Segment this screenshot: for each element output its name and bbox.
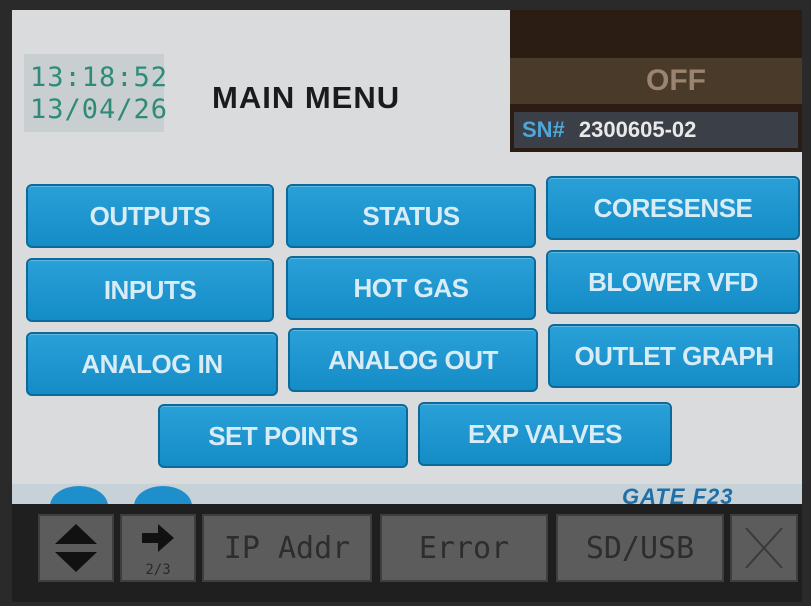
scroll-button[interactable] [38,514,114,582]
hmi-screen: 13:18:52 13/04/26 MAIN MENU OFF SN# 2300… [12,10,802,602]
serial-label: SN# [522,117,565,142]
page-indicator: 2/3 [145,562,171,578]
exp-valves-button[interactable]: EXP VALVES [418,402,672,466]
inputs-button[interactable]: INPUTS [26,258,274,322]
serial-value: 2300605-02 [578,117,697,142]
error-button[interactable]: Error [380,514,548,582]
clock-time: 13:18:52 [30,62,169,93]
analog-out-button[interactable]: ANALOG OUT [288,328,538,392]
run-state-badge: OFF [510,58,802,104]
blower-vfd-button[interactable]: BLOWER VFD [546,250,800,314]
sd-usb-button[interactable]: SD/USB [556,514,724,582]
close-button[interactable] [730,514,798,582]
arrow-right-icon [142,524,174,552]
clock-date: 13/04/26 [30,94,169,125]
analog-in-button[interactable]: ANALOG IN [26,332,278,396]
close-icon [745,527,783,569]
up-down-arrows-icon [55,524,97,572]
outputs-button[interactable]: OUTPUTS [26,184,274,248]
bottom-toolbar: 2/3 IP Addr Error SD/USB [12,504,802,602]
outlet-graph-button[interactable]: OUTLET GRAPH [548,324,800,388]
status-panel: OFF SN# 2300605-02 [510,10,802,152]
coresense-button[interactable]: CORESENSE [546,176,800,240]
page-title: MAIN MENU [212,80,401,115]
clock-display: 13:18:52 13/04/26 [24,54,169,132]
status-button[interactable]: STATUS [286,184,536,248]
ip-addr-button[interactable]: IP Addr [202,514,372,582]
serial-number-display: SN# 2300605-02 [514,112,798,148]
hot-gas-button[interactable]: HOT GAS [286,256,536,320]
next-page-button[interactable]: 2/3 [120,514,196,582]
set-points-button[interactable]: SET POINTS [158,404,408,468]
